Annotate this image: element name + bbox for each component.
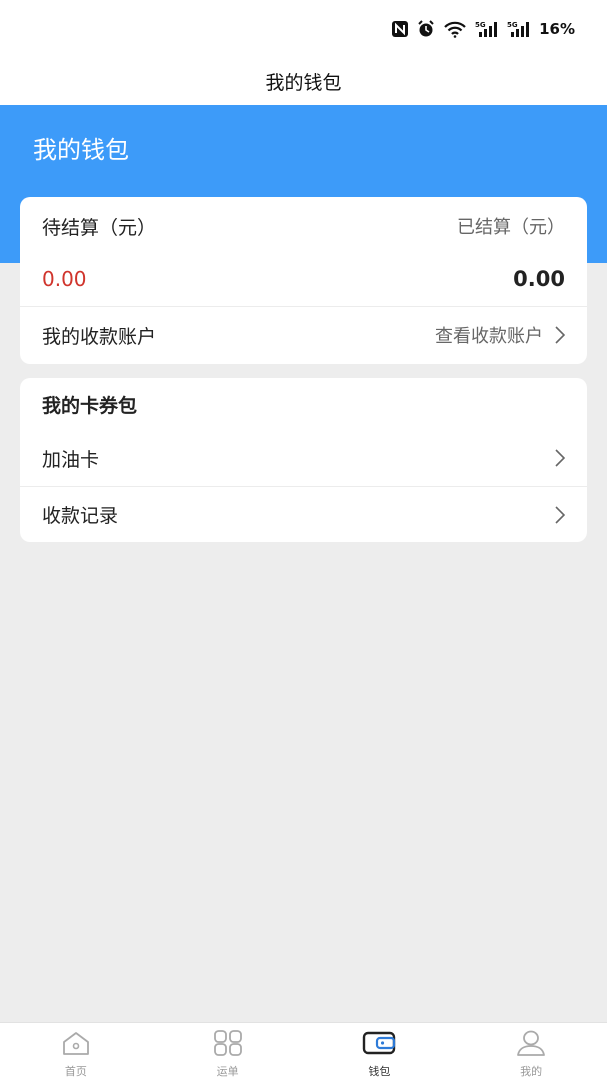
fuel-card-label: 加油卡 <box>42 448 100 471</box>
card-wallet-section: 我的卡券包 加油卡 收款记录 <box>20 378 587 542</box>
settled-amount: 0.00 <box>513 267 565 291</box>
battery-level: 16% <box>539 20 575 38</box>
tab-mine-label: 我的 <box>520 1065 543 1078</box>
payment-account-row[interactable]: 我的收款账户 查看收款账户 <box>20 307 587 363</box>
signal-5g-icon: 5G <box>475 20 499 38</box>
card-wallet-title: 我的卡券包 <box>42 394 138 417</box>
status-bar: 5G 5G 16% <box>0 0 607 58</box>
svg-text:5G: 5G <box>507 21 518 29</box>
wifi-icon <box>443 20 467 38</box>
nfc-icon <box>391 20 409 38</box>
tab-waybill-label: 运单 <box>216 1065 239 1078</box>
settled-label: 已结算（元） <box>457 217 565 238</box>
tab-home-label: 首页 <box>64 1065 87 1078</box>
balance-card: 待结算（元） 已结算（元） 0.00 0.00 我的收款账户 查看收款账户 <box>20 197 587 364</box>
svg-text:5G: 5G <box>475 21 486 29</box>
alarm-icon <box>417 20 435 38</box>
list-item-fuel-card[interactable]: 加油卡 <box>20 430 587 486</box>
signal-5g-icon: 5G <box>507 20 531 38</box>
tab-waybill[interactable]: 运单 <box>152 1023 304 1080</box>
view-payment-account-label: 查看收款账户 <box>435 326 543 347</box>
list-item-payment-records[interactable]: 收款记录 <box>20 487 587 542</box>
banner-title: 我的钱包 <box>33 136 129 164</box>
user-icon <box>515 1030 547 1060</box>
tab-mine[interactable]: 我的 <box>455 1023 607 1080</box>
chevron-right-icon <box>555 326 565 344</box>
pending-amount: 0.00 <box>42 267 87 291</box>
pending-label: 待结算（元） <box>42 216 157 239</box>
payment-account-label: 我的收款账户 <box>42 325 157 348</box>
home-icon <box>60 1030 92 1060</box>
payment-records-label: 收款记录 <box>42 505 119 527</box>
wallet-icon <box>362 1030 396 1060</box>
page-title: 我的钱包 <box>0 58 607 105</box>
tab-wallet[interactable]: 钱包 <box>304 1023 456 1080</box>
bottom-tab-bar: 首页 运单 钱包 我的 <box>0 1022 607 1080</box>
tab-home[interactable]: 首页 <box>0 1023 152 1080</box>
grid-icon <box>212 1030 244 1060</box>
chevron-right-icon <box>555 449 565 467</box>
view-payment-account-link[interactable]: 查看收款账户 <box>435 322 565 348</box>
chevron-right-icon <box>555 505 565 524</box>
tab-wallet-label: 钱包 <box>368 1065 391 1078</box>
